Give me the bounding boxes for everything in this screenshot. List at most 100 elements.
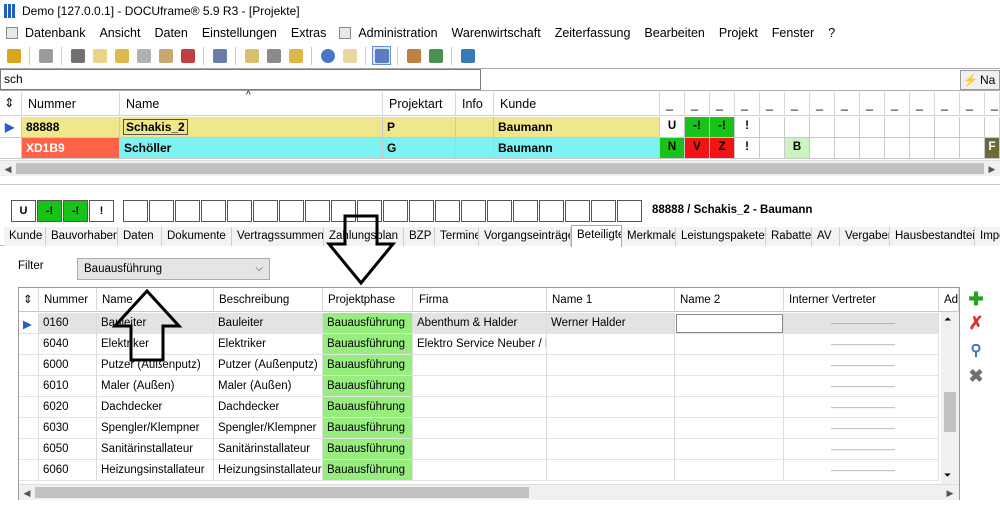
col-name[interactable]: Name [97,288,214,312]
status-box[interactable] [227,200,252,222]
cell-firma[interactable] [413,355,547,376]
sort-icon[interactable]: ⇕ [0,92,22,116]
cell-nummer[interactable]: XD1B9 [22,138,120,159]
status-box[interactable] [149,200,174,222]
menu-help[interactable]: ? [821,26,842,40]
cell-projektphase[interactable]: Bauausführung [323,355,413,376]
table-row[interactable]: 6020 Dachdecker Dachdecker Bauausführung ———… [19,397,959,418]
horizontal-scrollbar[interactable]: ◀ ▶ [0,160,1000,176]
status-cell[interactable] [885,117,910,138]
status-cell[interactable] [835,117,860,138]
cell-firma[interactable]: Abenthum & Halder [413,313,547,334]
cell-projektphase[interactable]: Bauausführung [323,397,413,418]
cell-projektphase[interactable]: Bauausführung [323,439,413,460]
delete-icon[interactable]: ✗ [966,313,986,333]
menu-zeiterfassung[interactable]: Zeiterfassung [548,26,638,40]
col-projektphase[interactable]: Projektphase [323,288,413,312]
menu-extras[interactable]: Extras [284,26,333,40]
calculator-icon[interactable] [339,26,352,39]
scroll-right-icon[interactable]: ▶ [985,162,999,176]
status-cell[interactable]: ! [735,138,760,159]
calendar-icon[interactable] [178,46,197,65]
table-row[interactable]: 6050 Sanitärinstallateur Sanitärinstallate… [19,439,959,460]
col-status4[interactable]: _ [735,92,760,116]
cell-projektphase[interactable]: Bauausführung [323,334,413,355]
status-cell[interactable]: -! [710,117,735,138]
status-box[interactable]: -! [37,200,62,222]
status-box[interactable]: ! [89,200,114,222]
col-ad[interactable]: Ad [939,288,959,312]
tab-dokumente[interactable]: Dokumente [162,227,232,246]
cell-vertreter[interactable]: ———————— [784,397,939,418]
status-box[interactable] [331,200,356,222]
menu-datenbank[interactable]: Datenbank [18,26,92,40]
cell-vertreter[interactable]: ———————— [784,334,939,355]
status-cell[interactable] [810,117,835,138]
scroll-left-icon[interactable]: ◀ [20,486,34,500]
cell-firma[interactable]: Elektro Service Neuber / El [413,334,547,355]
sort-icon[interactable]: ⇕ [19,288,39,312]
tab-kunde[interactable]: Kunde [4,227,46,246]
cell-beschreibung[interactable]: Sanitärinstallateur [214,439,323,460]
menu-warenwirtschaft[interactable]: Warenwirtschaft [445,26,548,40]
col-status11[interactable]: _ [910,92,935,116]
cell-name[interactable]: Sanitärinstallateur [97,439,214,460]
col-status3[interactable]: _ [710,92,735,116]
status-cell[interactable] [985,117,1000,138]
list-icon[interactable] [264,46,283,65]
cell-beschreibung[interactable]: Dachdecker [214,397,323,418]
status-cell[interactable] [910,138,935,159]
col-status1[interactable]: _ [660,92,685,116]
menu-ansicht[interactable]: Ansicht [92,26,147,40]
cell-vertreter[interactable]: ———————— [784,418,939,439]
status-box[interactable]: -! [63,200,88,222]
tab-impo[interactable]: Impo [975,227,1000,246]
status-cell[interactable]: -! [685,117,710,138]
cell-projektphase[interactable]: Bauausführung [323,313,413,334]
cell-name[interactable]: Schöller [120,138,383,159]
cell-name[interactable]: Schakis_2 [120,117,383,138]
phone-icon[interactable] [210,46,229,65]
cell-firma[interactable] [413,439,547,460]
cell-nummer[interactable]: 6020 [39,397,97,418]
status-cell[interactable] [910,117,935,138]
col-name2[interactable]: Name 2 [675,288,784,312]
col-status12[interactable]: _ [935,92,960,116]
cell-name[interactable]: Dachdecker [97,397,214,418]
cell-info[interactable] [456,138,494,159]
cell-nummer[interactable]: 6050 [39,439,97,460]
cell-nummer[interactable]: 0160 [39,313,97,334]
status-cell[interactable]: V [685,138,710,159]
cell-name[interactable]: Elektriker [97,334,214,355]
status-box[interactable] [591,200,616,222]
cell-name2[interactable] [675,418,784,439]
table-row[interactable]: XD1B9 Schöller G Baumann N V Z ! B F [0,138,1000,159]
document-icon[interactable] [90,46,109,65]
document-icon[interactable] [6,26,18,39]
cell-name2[interactable] [675,397,784,418]
cell-firma[interactable] [413,460,547,481]
status-box[interactable]: U [11,200,36,222]
status-box[interactable] [487,200,512,222]
view-toggle-icon[interactable] [372,46,391,65]
menu-projekt[interactable]: Projekt [712,26,765,40]
tag-icon[interactable] [134,46,153,65]
status-box[interactable] [513,200,538,222]
col-status14[interactable]: _ [985,92,1000,116]
status-cell[interactable] [960,138,985,159]
cell-projektphase[interactable]: Bauausführung [323,460,413,481]
search-icon[interactable] [318,46,337,65]
col-nummer[interactable]: Nummer [22,92,120,116]
tab-bauvorhaben[interactable]: Bauvorhaben [46,227,118,246]
col-status8[interactable]: _ [835,92,860,116]
col-status10[interactable]: _ [885,92,910,116]
tab-bzp[interactable]: BZP [404,227,435,246]
search-input[interactable]: sch [0,69,481,90]
cell-beschreibung[interactable]: Spengler/Klempner [214,418,323,439]
col-name1[interactable]: Name 1 [547,288,675,312]
cell-beschreibung[interactable]: Heizungsinstallateur [214,460,323,481]
status-box[interactable] [253,200,278,222]
cell-nummer[interactable]: 6030 [39,418,97,439]
status-box[interactable] [175,200,200,222]
status-cell[interactable] [760,117,785,138]
